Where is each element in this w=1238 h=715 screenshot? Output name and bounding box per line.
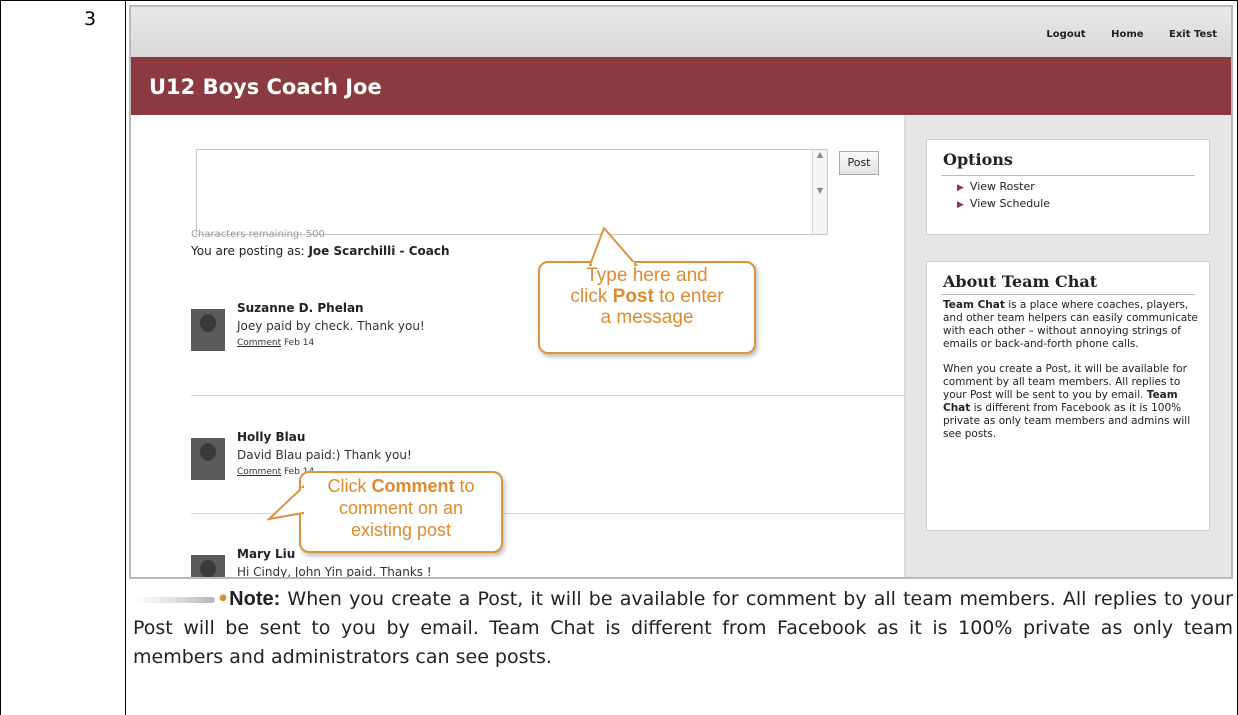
posting-as-prefix: You are posting as: xyxy=(191,244,309,258)
triangle-icon: ▶ xyxy=(957,200,964,210)
callout-line: existing post xyxy=(350,520,452,540)
table-border-left xyxy=(0,0,1,715)
callout-line: click Post to enter xyxy=(540,286,754,307)
note-swoosh xyxy=(133,596,215,603)
app-screenshot: Logout Home Exit Test U12 Boys Coach Joe… xyxy=(129,5,1233,579)
table-border-middle xyxy=(125,0,126,715)
top-links: Logout Home Exit Test xyxy=(1024,29,1217,40)
team-title: U12 Boys Coach Joe xyxy=(149,75,382,99)
callout-fragment: to enter xyxy=(653,286,724,307)
about-bold: Team Chat xyxy=(943,299,1005,311)
about-box: About Team Chat Team Chat is a place whe… xyxy=(926,261,1210,531)
message-textarea[interactable]: ▲ ▼ xyxy=(196,149,828,235)
avatar xyxy=(191,438,225,480)
options-title: Options xyxy=(943,150,1013,169)
post-author: Mary Liu xyxy=(237,547,296,561)
note-label: Note: xyxy=(229,588,281,610)
step-number: 3 xyxy=(84,8,97,30)
options-box: Options ▶ View Roster ▶ View Schedule xyxy=(926,139,1210,235)
callout-fragment: to xyxy=(454,476,475,496)
comment-link[interactable]: Comment xyxy=(237,338,281,348)
post-date: Feb 14 xyxy=(283,338,315,348)
divider xyxy=(941,294,1195,295)
table-border-top xyxy=(0,0,1238,1)
divider xyxy=(941,175,1195,176)
triangle-icon: ▶ xyxy=(957,183,964,193)
option-label: View Schedule xyxy=(969,197,1051,210)
post-author: Suzanne D. Phelan xyxy=(237,301,364,315)
team-banner: U12 Boys Coach Joe xyxy=(131,57,1231,115)
comment-link[interactable]: Comment xyxy=(237,467,281,477)
post-meta: Comment Feb 14 xyxy=(237,338,314,348)
about-paragraph-2: When you create a Post, it will be avail… xyxy=(943,363,1199,441)
posting-as-name: Joe Scarchilli - Coach xyxy=(308,244,450,258)
callout-text: Click Comment to comment on an existing … xyxy=(301,475,501,541)
chars-remaining: Characters remaining: 500 xyxy=(191,229,325,240)
view-schedule-link[interactable]: ▶ View Schedule xyxy=(957,197,1209,210)
callout-line: Click Comment to xyxy=(301,475,501,497)
view-roster-link[interactable]: ▶ View Roster xyxy=(957,180,1209,193)
callout-bold: Comment xyxy=(371,476,455,496)
textarea-scrollbar[interactable]: ▲ ▼ xyxy=(812,150,827,234)
note-paragraph: •Note: When you create a Post, it will b… xyxy=(133,585,1233,672)
post-author: Holly Blau xyxy=(237,430,306,444)
callout-text: Type here and click Post to enter a mess… xyxy=(540,265,754,328)
post-text: Hi Cindy, John Yin paid. Thanks ! xyxy=(237,565,432,579)
callout-line: Type here and xyxy=(586,265,708,286)
logout-link[interactable]: Logout xyxy=(1046,29,1085,40)
top-bar: Logout Home Exit Test xyxy=(131,7,1231,57)
post-divider xyxy=(191,395,919,396)
about-text: is different from Facebook as it is 100%… xyxy=(943,402,1191,440)
callout-line: a message xyxy=(600,307,694,328)
about-title: About Team Chat xyxy=(943,272,1098,291)
post-text: Joey paid by check. Thank you! xyxy=(237,319,425,333)
post-callout: Type here and click Post to enter a mess… xyxy=(538,226,756,354)
note-bullet-icon: • xyxy=(217,588,230,610)
post-button[interactable]: Post xyxy=(839,151,879,175)
note-text: When you create a Post, it will be avail… xyxy=(133,588,1233,668)
chat-main: ▲ ▼ Post Characters remaining: 500 You ar… xyxy=(131,115,919,579)
sidebar: Options ▶ View Roster ▶ View Schedule Abou… xyxy=(906,115,1231,577)
option-label: View Roster xyxy=(969,180,1035,193)
home-link[interactable]: Home xyxy=(1111,29,1143,40)
callout-fragment: click xyxy=(570,286,613,307)
callout-line: comment on an xyxy=(338,498,464,518)
avatar xyxy=(191,309,225,351)
post-text: David Blau paid:) Thank you! xyxy=(237,448,412,462)
callout-fragment: Click xyxy=(327,476,372,496)
avatar xyxy=(191,555,225,577)
posting-as: You are posting as: Joe Scarchilli - Coa… xyxy=(191,244,450,258)
about-paragraph-1: Team Chat is a place where coaches, play… xyxy=(943,299,1199,351)
comment-callout: Click Comment to comment on an existing … xyxy=(265,471,503,553)
callout-pointer xyxy=(588,226,639,268)
exit-test-link[interactable]: Exit Test xyxy=(1169,29,1217,40)
callout-bold: Post xyxy=(612,286,654,307)
